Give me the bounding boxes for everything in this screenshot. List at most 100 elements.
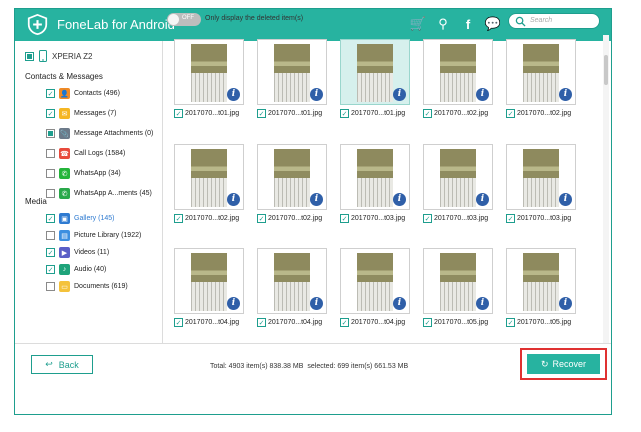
- photo-checkbox[interactable]: ✓: [506, 214, 515, 223]
- photo-item[interactable]: i ✓ 2017070...t01.jpg: [257, 39, 329, 118]
- photo-checkbox[interactable]: ✓: [257, 318, 266, 327]
- device-row[interactable]: XPERIA Z2: [25, 50, 92, 62]
- photo-thumbnail[interactable]: i: [506, 248, 576, 314]
- photo-thumbnail[interactable]: i: [174, 39, 244, 105]
- photo-item[interactable]: i ✓ 2017070...t05.jpg: [423, 248, 495, 327]
- info-icon[interactable]: i: [227, 88, 240, 101]
- photo-item[interactable]: i ✓ 2017070...t04.jpg: [257, 248, 329, 327]
- photo-item[interactable]: i ✓ 2017070...t03.jpg: [340, 144, 412, 223]
- photo-item[interactable]: i ✓ 2017070...t01.jpg: [340, 39, 412, 118]
- device-checkbox[interactable]: [25, 51, 34, 61]
- key-icon[interactable]: ⚲: [435, 15, 451, 33]
- sidebar-item[interactable]: ✆ WhatsApp A...ments (45): [46, 188, 152, 199]
- photo-thumbnail[interactable]: i: [423, 144, 493, 210]
- photo-checkbox[interactable]: ✓: [340, 318, 349, 327]
- photo-item[interactable]: i ✓ 2017070...t03.jpg: [423, 144, 495, 223]
- photo-thumbnail[interactable]: i: [340, 248, 410, 314]
- sidebar-item[interactable]: ✓ ▶ Videos (11): [46, 247, 109, 258]
- grid-scrollbar[interactable]: [603, 35, 609, 343]
- photo-item[interactable]: i ✓ 2017070...t04.jpg: [174, 248, 246, 327]
- info-icon[interactable]: i: [476, 297, 489, 310]
- photo-checkbox[interactable]: ✓: [340, 109, 349, 118]
- item-checkbox[interactable]: [46, 282, 55, 291]
- sidebar-item[interactable]: ✓ ✉ Messages (7): [46, 108, 116, 119]
- item-checkbox[interactable]: [46, 189, 55, 198]
- photo-thumbnail[interactable]: i: [257, 39, 327, 105]
- search-icon: [515, 16, 526, 27]
- deleted-only-toggle[interactable]: OFF: [167, 13, 201, 26]
- photo-filename: 2017070...t04.jpg: [351, 319, 406, 326]
- photo-thumbnail[interactable]: i: [506, 144, 576, 210]
- photo-checkbox[interactable]: ✓: [423, 109, 432, 118]
- photo-item[interactable]: i ✓ 2017070...t03.jpg: [506, 144, 578, 223]
- back-button[interactable]: ↩ Back: [31, 355, 93, 374]
- photo-checkbox[interactable]: ✓: [257, 109, 266, 118]
- photo-thumbnail[interactable]: i: [257, 248, 327, 314]
- photo-checkbox[interactable]: ✓: [423, 214, 432, 223]
- info-icon[interactable]: i: [393, 297, 406, 310]
- photo-thumbnail[interactable]: i: [340, 144, 410, 210]
- recover-icon: ↻: [540, 358, 549, 369]
- photo-checkbox[interactable]: ✓: [174, 214, 183, 223]
- sidebar-item[interactable]: 📎 Message Attachments (0): [46, 128, 153, 139]
- info-icon[interactable]: i: [393, 88, 406, 101]
- info-icon[interactable]: i: [310, 193, 323, 206]
- facebook-icon[interactable]: f: [460, 15, 476, 33]
- photo-thumbnail[interactable]: i: [506, 39, 576, 105]
- sidebar-item[interactable]: ☎ Call Logs (1584): [46, 148, 125, 159]
- photo-checkbox[interactable]: ✓: [423, 318, 432, 327]
- photo-checkbox[interactable]: ✓: [506, 109, 515, 118]
- photo-item[interactable]: i ✓ 2017070...t04.jpg: [340, 248, 412, 327]
- sidebar-item[interactable]: ✓ ♪ Audio (40): [46, 264, 106, 275]
- info-icon[interactable]: i: [393, 193, 406, 206]
- item-checkbox[interactable]: ✓: [46, 265, 55, 274]
- photo-item[interactable]: i ✓ 2017070...t02.jpg: [423, 39, 495, 118]
- chat-icon[interactable]: 💬: [485, 15, 501, 33]
- photo-checkbox[interactable]: ✓: [174, 318, 183, 327]
- item-checkbox[interactable]: [46, 149, 55, 158]
- photo-item[interactable]: i ✓ 2017070...t02.jpg: [257, 144, 329, 223]
- photo-checkbox[interactable]: ✓: [257, 214, 266, 223]
- info-icon[interactable]: i: [559, 193, 572, 206]
- photo-checkbox[interactable]: ✓: [506, 318, 515, 327]
- photo-checkbox[interactable]: ✓: [340, 214, 349, 223]
- category-icon: ▣: [59, 213, 70, 224]
- photo-thumbnail[interactable]: i: [423, 248, 493, 314]
- photo-item[interactable]: i ✓ 2017070...t02.jpg: [174, 144, 246, 223]
- item-checkbox[interactable]: ✓: [46, 109, 55, 118]
- search-input[interactable]: Search: [508, 13, 600, 29]
- item-checkbox[interactable]: ✓: [46, 214, 55, 223]
- category-icon: ▤: [59, 230, 70, 241]
- cart-icon[interactable]: 🛒: [410, 15, 426, 33]
- info-icon[interactable]: i: [227, 297, 240, 310]
- photo-checkbox[interactable]: ✓: [174, 109, 183, 118]
- item-checkbox[interactable]: [46, 169, 55, 178]
- photo-thumbnail[interactable]: i: [257, 144, 327, 210]
- sidebar-item[interactable]: ▭ Documents (619): [46, 281, 128, 292]
- item-checkbox[interactable]: ✓: [46, 89, 55, 98]
- toggle-knob: [168, 14, 179, 25]
- sidebar-item[interactable]: ✆ WhatsApp (34): [46, 168, 121, 179]
- photo-thumbnail[interactable]: i: [174, 248, 244, 314]
- info-icon[interactable]: i: [559, 297, 572, 310]
- item-checkbox[interactable]: ✓: [46, 248, 55, 257]
- item-checkbox[interactable]: [46, 129, 55, 138]
- sidebar-item[interactable]: ✓ 👤 Contacts (496): [46, 88, 120, 99]
- info-icon[interactable]: i: [476, 88, 489, 101]
- photo-item[interactable]: i ✓ 2017070...t02.jpg: [506, 39, 578, 118]
- photo-item[interactable]: i ✓ 2017070...t05.jpg: [506, 248, 578, 327]
- scrollbar-thumb[interactable]: [604, 55, 608, 85]
- photo-thumbnail[interactable]: i: [174, 144, 244, 210]
- photo-thumbnail[interactable]: i: [340, 39, 410, 105]
- sidebar-item[interactable]: ▤ Picture Library (1922): [46, 230, 141, 241]
- info-icon[interactable]: i: [310, 88, 323, 101]
- info-icon[interactable]: i: [476, 193, 489, 206]
- sidebar-item[interactable]: ✓ ▣ Gallery (145): [46, 213, 114, 224]
- photo-thumbnail[interactable]: i: [423, 39, 493, 105]
- info-icon[interactable]: i: [310, 297, 323, 310]
- recover-button[interactable]: ↻ Recover: [527, 354, 600, 374]
- item-checkbox[interactable]: [46, 231, 55, 240]
- photo-item[interactable]: i ✓ 2017070...t01.jpg: [174, 39, 246, 118]
- info-icon[interactable]: i: [559, 88, 572, 101]
- info-icon[interactable]: i: [227, 193, 240, 206]
